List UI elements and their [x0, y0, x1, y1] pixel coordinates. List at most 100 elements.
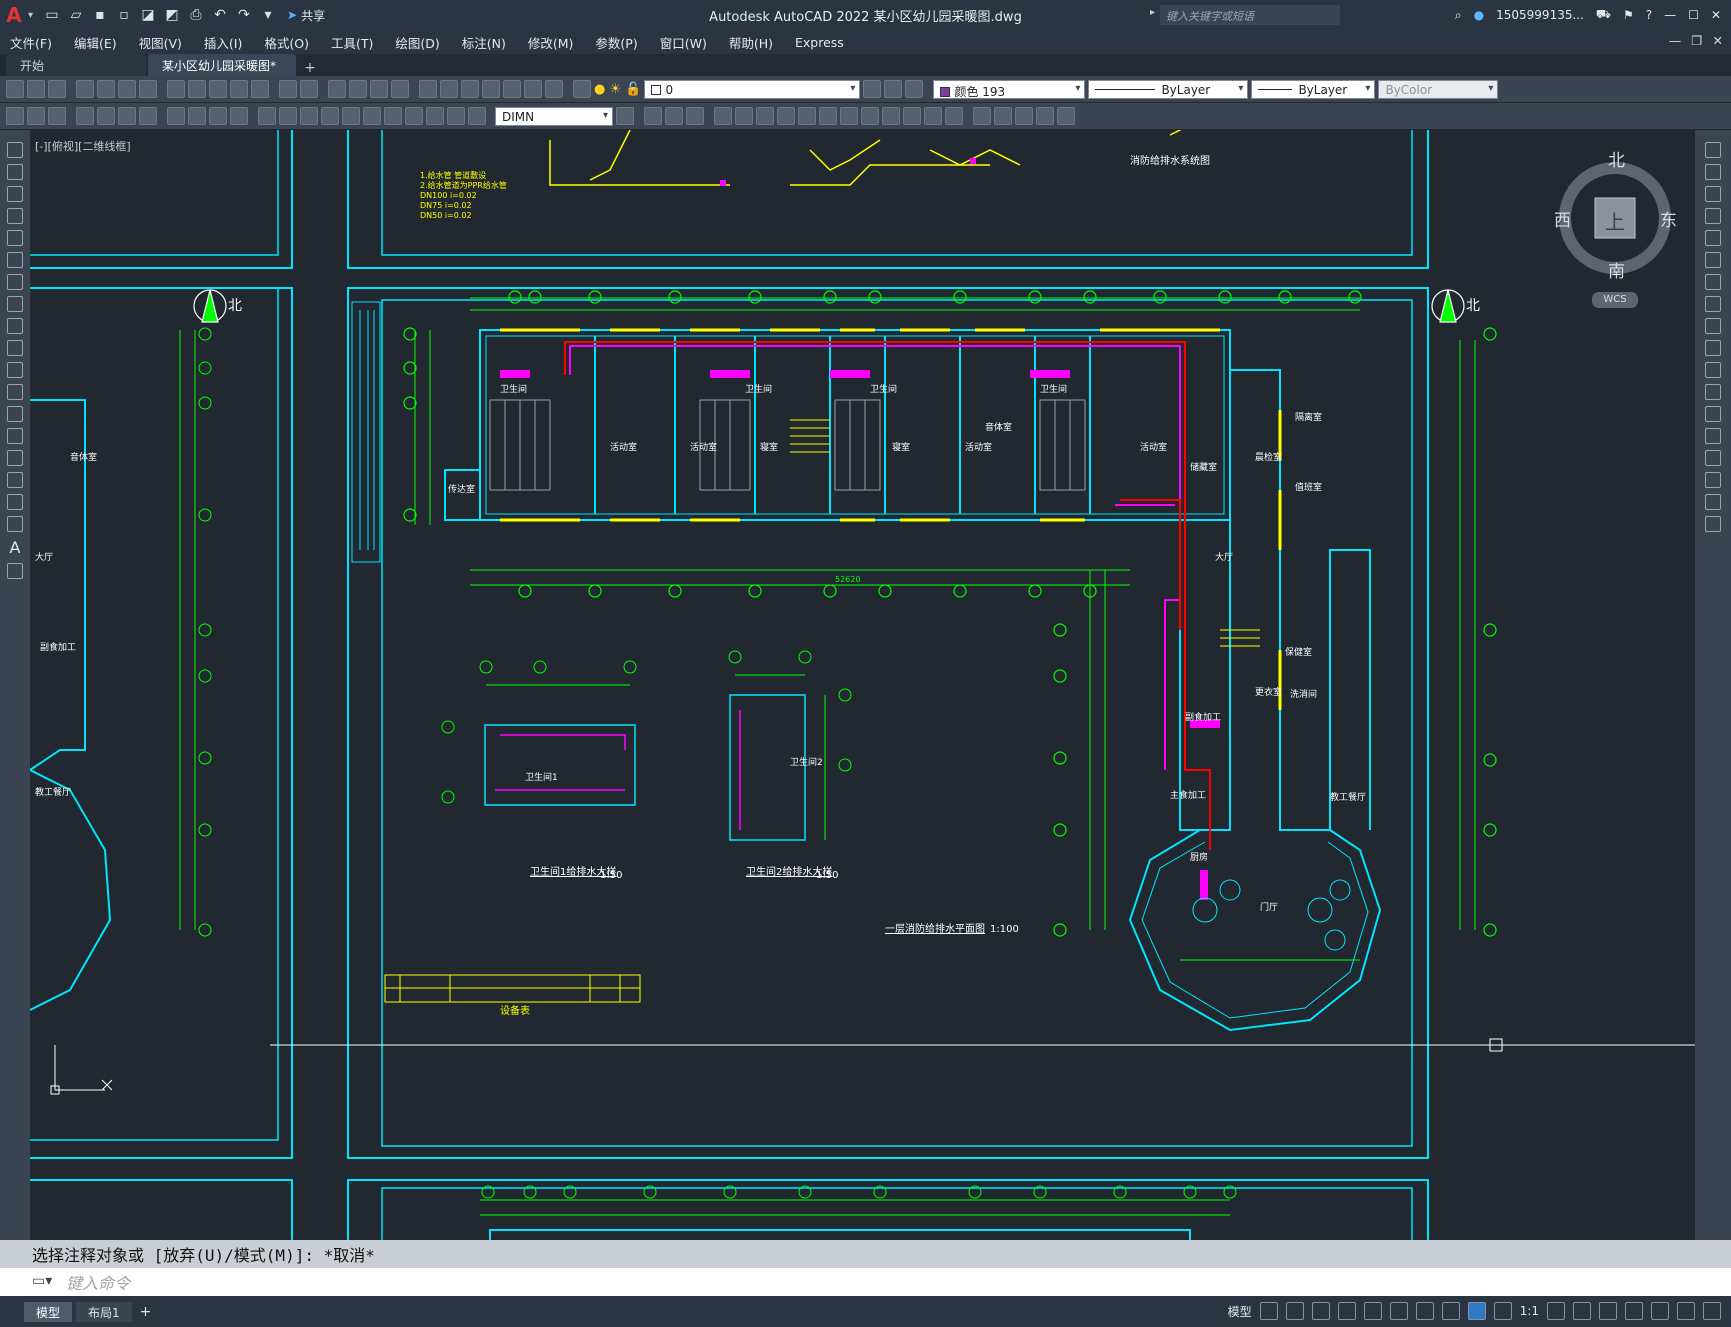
tab-layout1[interactable]: 布局1	[76, 1301, 132, 1322]
autocad-logo-icon[interactable]: A	[0, 0, 28, 30]
grid-icon[interactable]	[1259, 1302, 1278, 1320]
plot-tool-icon[interactable]	[76, 80, 94, 98]
join-icon[interactable]	[882, 107, 900, 125]
plus-icon[interactable]	[1573, 1302, 1591, 1320]
table-icon[interactable]	[7, 516, 23, 532]
rectangle-icon[interactable]	[7, 230, 23, 246]
text-above-icon[interactable]	[1036, 107, 1054, 125]
isolate-objects-icon[interactable]	[1651, 1302, 1669, 1320]
close-icon[interactable]: ✕	[1711, 8, 1721, 22]
dim-linear-icon[interactable]	[6, 107, 24, 125]
customize-quick-access-icon[interactable]: ▾	[259, 6, 277, 24]
scale-icon[interactable]	[777, 107, 795, 125]
layer-match-icon[interactable]	[905, 80, 924, 98]
save-icon[interactable]: ▪	[91, 6, 109, 24]
circle-icon[interactable]	[7, 274, 23, 290]
dim-break-icon[interactable]	[321, 107, 339, 125]
menu-window[interactable]: 窗口(W)	[660, 33, 707, 52]
menu-file[interactable]: 文件(F)	[10, 33, 52, 52]
cut-icon[interactable]	[167, 80, 185, 98]
dim-text-edit-icon[interactable]	[447, 107, 465, 125]
auto-scale-icon[interactable]	[1493, 1302, 1512, 1320]
match-properties-icon[interactable]	[230, 80, 248, 98]
dimstyle-dropdown[interactable]: DIMN	[495, 106, 613, 126]
explode-icon[interactable]	[945, 107, 963, 125]
jogged-linear-icon[interactable]	[405, 107, 423, 125]
pan-icon[interactable]	[328, 80, 346, 98]
extend-icon[interactable]	[840, 107, 858, 125]
layer-dropdown[interactable]: 0	[644, 79, 861, 99]
revcloud-icon[interactable]	[7, 296, 23, 312]
properties-icon[interactable]	[419, 80, 437, 98]
r-mirror-icon[interactable]	[1705, 186, 1721, 202]
gradient-icon[interactable]	[7, 472, 23, 488]
viewport-controls-label[interactable]: [-][俯视][二维线框]	[35, 138, 131, 154]
copy-obj-icon[interactable]	[644, 107, 662, 125]
tab-model[interactable]: 模型	[24, 1301, 73, 1322]
menu-help[interactable]: 帮助(H)	[729, 33, 773, 52]
doc-restore-icon[interactable]: ❐	[1691, 33, 1702, 48]
quick-properties-icon[interactable]	[1625, 1302, 1643, 1320]
spline-icon[interactable]	[7, 318, 23, 334]
chamfer-icon[interactable]	[903, 107, 921, 125]
construction-line-icon[interactable]	[7, 164, 23, 180]
new-file-icon[interactable]: ▭	[43, 6, 61, 24]
drawing-viewport[interactable]: 消防给排水系统图 1.给水管 管道敷设 2.给水管道为PPR给水管 DN100 …	[30, 130, 1695, 1240]
stretch-icon[interactable]	[798, 107, 816, 125]
lineweight-dropdown[interactable]: ByLayer	[1251, 79, 1376, 99]
share-button[interactable]: ➤ 共享	[287, 7, 325, 24]
dim-continue-icon[interactable]	[279, 107, 297, 125]
dim-arc-length-icon[interactable]	[118, 107, 136, 125]
new-tab-button[interactable]: +	[298, 60, 322, 76]
erase-icon[interactable]	[1705, 142, 1721, 158]
mirror-icon[interactable]	[665, 107, 683, 125]
annotation-visibility-icon[interactable]	[1467, 1302, 1486, 1320]
minimize-icon[interactable]: —	[1664, 8, 1676, 22]
dim-diameter-icon[interactable]	[209, 107, 227, 125]
layer-state-icons[interactable]: ● ☀ 🔓	[594, 82, 641, 97]
save-tool-icon[interactable]	[48, 80, 66, 98]
arc-icon[interactable]	[7, 252, 23, 268]
layer-previous-icon[interactable]	[884, 80, 903, 98]
tool-palettes-icon[interactable]	[461, 80, 479, 98]
zoom-realtime-icon[interactable]	[349, 80, 367, 98]
wcs-menu[interactable]: WCS	[1592, 292, 1638, 308]
insert-block-icon[interactable]	[7, 384, 23, 400]
r-offset-icon[interactable]	[1705, 208, 1721, 224]
r-extend-icon[interactable]	[1705, 362, 1721, 378]
tab-drawing[interactable]: 某小区幼儿园采暖图* ×	[148, 54, 296, 88]
recent-commands-icon[interactable]: ▭▾	[32, 1273, 52, 1289]
add-layout-button[interactable]: +	[140, 1304, 152, 1320]
polygon-icon[interactable]	[7, 208, 23, 224]
viewcube-west[interactable]: 西	[1554, 206, 1571, 231]
dim-jogged-icon[interactable]	[188, 107, 206, 125]
r-stretch-icon[interactable]	[1705, 318, 1721, 334]
viewcube-top-face[interactable]: 上	[1605, 206, 1625, 235]
autodesk-app-icon[interactable]: ⚑	[1623, 8, 1634, 22]
markup-icon[interactable]	[503, 80, 521, 98]
rotate-icon[interactable]	[756, 107, 774, 125]
doc-minimize-icon[interactable]: —	[1669, 33, 1682, 48]
hatch-back-icon[interactable]	[1057, 107, 1075, 125]
viewcube[interactable]: 北 南 西 东 上 WCS	[1550, 150, 1680, 310]
block-editor-icon[interactable]	[251, 80, 269, 98]
r-fillet-icon[interactable]	[1705, 472, 1721, 488]
array-icon[interactable]	[714, 107, 732, 125]
r-break-icon[interactable]	[1705, 406, 1721, 422]
open-from-web-icon[interactable]: ◪	[139, 6, 157, 24]
search-input[interactable]: 键入关键字或短语	[1160, 5, 1340, 25]
menu-parametric[interactable]: 参数(P)	[595, 33, 637, 52]
qnew-icon[interactable]	[6, 80, 24, 98]
command-input[interactable]: 键入命令	[0, 1268, 1731, 1296]
user-icon[interactable]: ●	[1474, 8, 1484, 22]
publish-icon[interactable]	[118, 80, 136, 98]
viewcube-south[interactable]: 南	[1608, 257, 1625, 282]
ellipse-arc-icon[interactable]	[7, 362, 23, 378]
paste-icon[interactable]	[209, 80, 227, 98]
undo-icon[interactable]: ↶	[211, 6, 229, 24]
viewcube-east[interactable]: 东	[1660, 206, 1677, 231]
model-space-label[interactable]: 模型	[1228, 1303, 1252, 1320]
dim-edit-icon[interactable]	[426, 107, 444, 125]
trim-icon[interactable]	[819, 107, 837, 125]
menu-draw[interactable]: 绘图(D)	[395, 33, 439, 52]
